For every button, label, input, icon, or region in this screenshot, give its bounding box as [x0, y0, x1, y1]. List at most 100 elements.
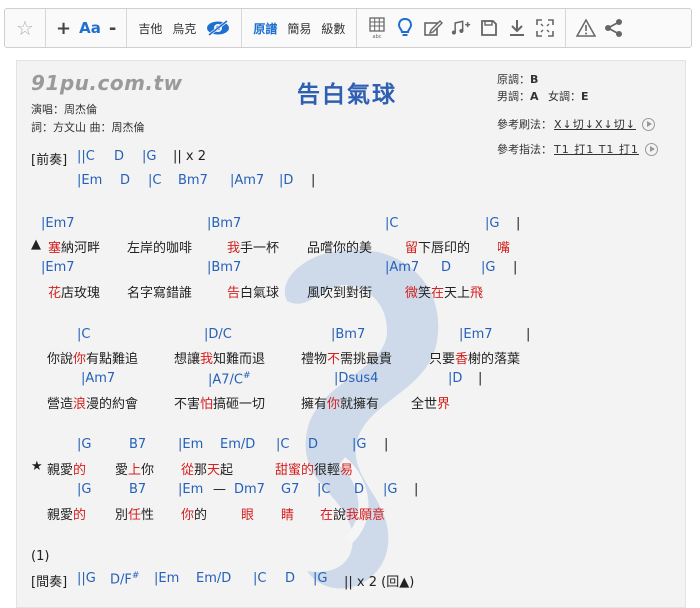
chord[interactable]: |C: [77, 327, 90, 342]
lyric-text: 知難而退: [213, 352, 266, 367]
chord[interactable]: G7: [281, 482, 299, 497]
bar-line: |: [516, 216, 521, 231]
chord[interactable]: |Am7: [230, 173, 264, 188]
strum-pattern: 參考刷法： X↓切↓X↓切↓: [497, 116, 655, 132]
song-title: 告白氣球: [297, 82, 397, 108]
chord[interactable]: |Em: [77, 173, 102, 188]
lyric-accent: 界: [437, 397, 451, 412]
chord[interactable]: |Am7: [81, 371, 115, 386]
chord[interactable]: |C: [385, 216, 398, 231]
lyric-accent: 在: [431, 286, 445, 301]
play-finger-icon[interactable]: [644, 142, 658, 156]
simple-notation-button[interactable]: 簡易: [282, 13, 316, 43]
hide-chords-icon[interactable]: [201, 13, 235, 43]
music-add-icon[interactable]: [447, 13, 475, 43]
chord[interactable]: Bm7: [178, 173, 208, 188]
chord[interactable]: |Em7: [41, 260, 75, 275]
chord[interactable]: |Em7: [41, 216, 75, 231]
chord[interactable]: |Bm7: [331, 327, 365, 342]
download-icon[interactable]: [503, 13, 531, 43]
lyric-mark: ★: [31, 459, 43, 474]
chord[interactable]: D: [441, 260, 451, 275]
chord[interactable]: |Am7: [385, 260, 419, 275]
chord[interactable]: |G: [313, 571, 327, 586]
lyric-accent: 香: [455, 352, 469, 367]
ukulele-button[interactable]: 烏克: [167, 13, 201, 43]
lyric-text: 親愛: [47, 463, 74, 478]
lyric-text: 性: [141, 508, 155, 523]
tip-bulb-icon[interactable]: [391, 13, 419, 43]
font-size-label[interactable]: Aa: [75, 13, 105, 43]
chord[interactable]: |G: [485, 216, 499, 231]
share-icon[interactable]: [600, 13, 628, 43]
edit-icon[interactable]: [419, 13, 447, 43]
lyric-text: 你說: [47, 352, 74, 367]
chord[interactable]: Dm7: [234, 482, 265, 497]
toolbar: ☆ + Aa - 吉他 烏克 原譜 簡易 級數 abc: [4, 8, 692, 48]
chord[interactable]: |D/C: [204, 327, 232, 342]
font-increase-button[interactable]: +: [52, 13, 75, 43]
chord[interactable]: |C: [276, 437, 289, 452]
hold-mark: —: [213, 482, 226, 497]
chord[interactable]: |G: [352, 437, 366, 452]
save-icon[interactable]: [475, 13, 503, 43]
chord[interactable]: |Dsus4: [334, 371, 378, 386]
chord[interactable]: D/F#: [110, 571, 139, 587]
lyric-text: 白氣球: [240, 286, 280, 301]
chord[interactable]: |G: [142, 149, 156, 164]
bar-line: |: [311, 173, 316, 188]
warning-icon[interactable]: [572, 13, 600, 43]
chord[interactable]: |C: [253, 571, 266, 586]
chord[interactable]: B7: [129, 437, 146, 452]
bar-line: |: [414, 482, 419, 497]
lyric-text: 納河畔: [61, 241, 101, 256]
guitar-button[interactable]: 吉他: [133, 13, 167, 43]
chord[interactable]: |C: [148, 173, 161, 188]
chord[interactable]: |Em7: [459, 327, 493, 342]
chord[interactable]: |A7/C#: [208, 371, 251, 387]
tools-group: abc: [357, 9, 567, 47]
chord[interactable]: D: [114, 149, 124, 164]
chord[interactable]: Em/D: [220, 437, 255, 452]
chord[interactable]: |D: [448, 371, 462, 386]
chord-chart-icon[interactable]: abc: [363, 13, 391, 43]
lyric-text: 風吹到對街: [307, 286, 373, 301]
notation-group: 原譜 簡易 級數: [242, 9, 358, 47]
chord[interactable]: D: [120, 173, 130, 188]
chord[interactable]: |G: [383, 482, 397, 497]
chord[interactable]: D: [285, 571, 295, 586]
chord[interactable]: |D: [279, 173, 293, 188]
lyric-text: 想讓: [174, 352, 201, 367]
chord[interactable]: |Bm7: [207, 216, 241, 231]
chord[interactable]: Em/D: [196, 571, 231, 586]
chord[interactable]: |G: [77, 437, 91, 452]
chord[interactable]: |Em: [154, 571, 179, 586]
original-notation-button[interactable]: 原譜: [248, 13, 282, 43]
chord-sheet: 91pu.com.tw 告白氣球 演唱：周杰倫 詞：方文山 曲：周杰倫 原調：B…: [16, 60, 686, 608]
lyric-text: 漫的約會: [86, 397, 139, 412]
site-logo[interactable]: 91pu.com.tw: [31, 71, 183, 95]
chord[interactable]: |G: [481, 260, 495, 275]
degree-notation-button[interactable]: 級數: [316, 13, 350, 43]
chord[interactable]: ||G: [77, 571, 96, 586]
star-icon[interactable]: ☆: [11, 13, 39, 43]
lyric-accent: 怕: [200, 397, 214, 412]
chord[interactable]: |G: [77, 482, 91, 497]
instrument-group: 吉他 烏克: [127, 9, 243, 47]
lyric-text: 天上: [444, 286, 471, 301]
chord[interactable]: |Bm7: [207, 260, 241, 275]
chord[interactable]: ||C: [77, 149, 95, 164]
lyric-accent: 塞: [48, 241, 62, 256]
lyric-accent: 甜蜜: [275, 463, 302, 478]
lyric-accent: 花: [48, 286, 62, 301]
chord[interactable]: D: [308, 437, 318, 452]
chord[interactable]: |Em: [178, 482, 203, 497]
chord[interactable]: |Em: [178, 437, 203, 452]
chord[interactable]: D: [354, 482, 364, 497]
lyric-accent: 天: [207, 463, 221, 478]
chord[interactable]: |C: [317, 482, 330, 497]
font-decrease-button[interactable]: -: [105, 13, 120, 43]
chord[interactable]: B7: [129, 482, 146, 497]
fullscreen-icon[interactable]: [531, 13, 559, 43]
play-strum-icon[interactable]: [641, 117, 655, 131]
